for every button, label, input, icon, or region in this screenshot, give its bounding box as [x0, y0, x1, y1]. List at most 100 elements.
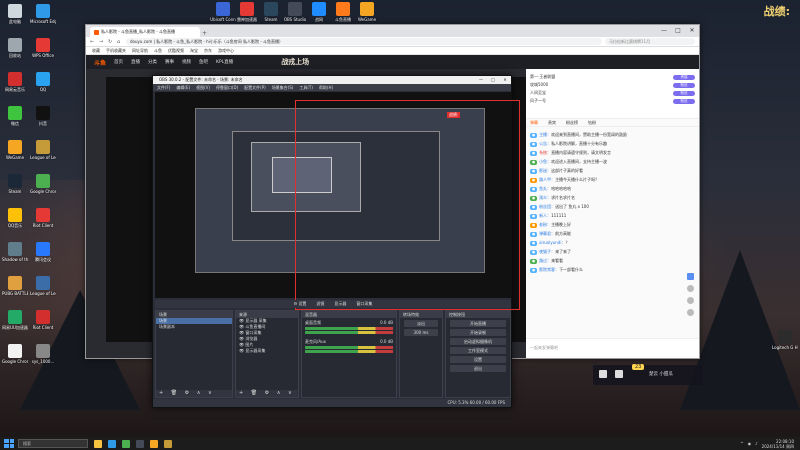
chat-username[interactable]: 主播：	[539, 132, 551, 137]
maximize-button[interactable]: □	[487, 76, 499, 84]
obs-control-button[interactable]: 设置	[450, 356, 506, 363]
desktop-icon[interactable]: WeGame	[354, 2, 380, 22]
chat-username[interactable]: 弹幕君：	[539, 231, 555, 236]
chat-tab[interactable]: 贵宾	[548, 120, 556, 125]
chat-username[interactable]: 系统：	[539, 150, 551, 155]
desktop-icon[interactable]: League of Legends	[30, 276, 56, 296]
bookmark-item[interactable]: 优酷视频	[168, 48, 184, 54]
desktop-icon[interactable]: 抖音	[30, 106, 56, 126]
desktop-icon[interactable]: Steam	[2, 174, 28, 194]
chat-username[interactable]: 影院常客：	[539, 267, 559, 272]
desktop-icon[interactable]: Microsoft Edge	[30, 4, 56, 24]
clock[interactable]: 22:08:10 2024/11/14 周四	[762, 439, 794, 449]
obs-menu-item[interactable]: 停靠窗口(D)	[216, 84, 238, 91]
desktop-icon[interactable]: QQ	[30, 72, 56, 92]
rank-row[interactable]: 攻城5000 粉丝	[530, 81, 695, 89]
desktop-icon[interactable]: Ubisoft Conn	[210, 2, 236, 22]
volume-icon[interactable]: ♪	[755, 441, 758, 446]
minimize-button[interactable]: —	[475, 76, 487, 84]
volume-slider[interactable]	[305, 331, 393, 334]
chat-username[interactable]: 公告：	[539, 141, 551, 146]
rank-row[interactable]: 第一·王者联盟 贵族	[530, 73, 695, 81]
obs-toolbar-button[interactable]: 显示器	[334, 300, 346, 308]
desktop-icon[interactable]: Google Chrome	[30, 174, 56, 194]
network-icon[interactable]: ◉	[748, 441, 752, 446]
bookmark-item[interactable]: 手机收藏夹	[106, 48, 126, 54]
browser-tab[interactable]: 私人影院 - 斗鱼直播_私人影院 - 斗鱼直播	[90, 27, 200, 37]
desktop-icon[interactable]: 战网	[306, 2, 332, 22]
wegame-icon[interactable]	[150, 439, 158, 448]
obs-icon[interactable]	[136, 439, 144, 448]
chat-username[interactable]: 鱼丸：	[539, 186, 551, 191]
chrome-icon[interactable]	[122, 439, 130, 448]
chat-tab[interactable]: 粉丝榜	[566, 120, 578, 125]
site-nav-item[interactable]: KPL直播	[216, 59, 233, 65]
browser-search-box[interactable]: 马拉松新比赛棋牌11月	[605, 38, 695, 45]
bookmark-item[interactable]: 斗鱼	[154, 48, 162, 54]
obs-menu-item[interactable]: 场景集合(S)	[272, 84, 294, 91]
maximize-button[interactable]: □	[671, 25, 685, 37]
forward-button[interactable]: →	[99, 39, 105, 45]
desktop-icon[interactable]: Riot Client	[30, 208, 56, 228]
taskbar-search[interactable]: 搜索	[18, 439, 88, 448]
obs-control-button[interactable]: 启动虚拟摄像机	[450, 338, 506, 345]
obs-toolbar-button[interactable]: 窗口采集	[356, 300, 372, 308]
desktop-icon[interactable]: Steam	[258, 2, 284, 22]
bookmark-item[interactable]: 收藏	[92, 48, 100, 54]
chat-username[interactable]: airuolyundi：	[539, 240, 565, 245]
site-nav-item[interactable]: 赛事	[165, 59, 174, 65]
source-item[interactable]: 👁 显示器采集	[236, 348, 298, 354]
obs-preview[interactable]: 战绩:	[155, 92, 520, 310]
new-tab-button[interactable]: +	[202, 30, 210, 37]
desktop-icon[interactable]: QQ音乐	[2, 208, 28, 228]
desktop-icon[interactable]: 此电脑	[2, 4, 28, 24]
obs-menu-item[interactable]: 视图(V)	[196, 84, 210, 91]
site-nav-item[interactable]: 首页	[114, 59, 123, 65]
desktop-icon[interactable]: 网易云音乐	[2, 72, 28, 92]
chat-username[interactable]: 粉丝团：	[539, 204, 555, 209]
obs-menu-item[interactable]: 编辑(E)	[176, 84, 190, 91]
desktop-icon[interactable]: 微信	[2, 106, 28, 126]
bookmark-item[interactable]: 网址导航	[132, 48, 148, 54]
bookmark-item[interactable]: 游戏中心	[218, 48, 234, 54]
chat-username[interactable]: 小鱼：	[539, 159, 551, 164]
obs-control-button[interactable]: 开始直播	[450, 320, 506, 327]
site-nav-item[interactable]: 直播	[131, 59, 140, 65]
obs-control-button[interactable]: 退出	[450, 365, 506, 372]
obs-control-button[interactable]: 开始录制	[450, 329, 506, 336]
reload-button[interactable]: ↻	[108, 39, 114, 45]
league-icon[interactable]	[164, 439, 172, 448]
chat-username[interactable]: 观众：	[539, 195, 551, 200]
gear-icon[interactable]	[686, 309, 694, 316]
chat-username[interactable]: 路人甲：	[539, 177, 555, 182]
site-nav-item[interactable]: 分类	[148, 59, 157, 65]
obs-menu-item[interactable]: 工具(T)	[299, 84, 313, 91]
desktop-icon[interactable]: Logitech G HUB	[772, 330, 798, 350]
minimize-button[interactable]: —	[657, 25, 671, 37]
scenes-dock-toolbar[interactable]: + 🗑 ⚙ ∧ ∨	[156, 390, 232, 397]
gift-icon[interactable]	[615, 370, 623, 378]
desktop-icon[interactable]: 回收站	[2, 38, 28, 58]
transition-duration[interactable]: 300 ms	[404, 329, 438, 336]
chat-username[interactable]: 路过：	[539, 258, 551, 263]
desktop-icon[interactable]: 网易UU加速器	[2, 310, 28, 330]
volume-slider[interactable]	[305, 350, 393, 353]
chat-input[interactable]: 一起来发弹幕吧	[526, 338, 699, 358]
start-button[interactable]	[4, 439, 14, 448]
history-icon[interactable]	[686, 297, 694, 304]
chat-username[interactable]: 影迷：	[539, 168, 551, 173]
desktop-icon[interactable]: WPS Office	[30, 38, 56, 58]
file-explorer-icon[interactable]	[94, 439, 102, 448]
obs-control-button[interactable]: 工作室模式	[450, 347, 506, 354]
scene-item[interactable]: 场景副本	[156, 324, 232, 330]
desktop-icon[interactable]: OBS Studio	[282, 2, 308, 22]
close-button[interactable]: ✕	[685, 25, 699, 37]
source-selection-frame[interactable]	[295, 100, 520, 310]
back-button[interactable]: ←	[90, 39, 96, 45]
desktop-icon[interactable]: Riot Client	[30, 310, 56, 330]
site-logo[interactable]: 斗鱼	[94, 58, 106, 67]
home-button[interactable]: ⌂	[117, 39, 123, 45]
desktop-icon[interactable]: Shadow of the Tomb	[2, 242, 28, 262]
desktop-icon[interactable]: 雷神加速器	[234, 2, 260, 22]
bookmark-item[interactable]: 京东	[204, 48, 212, 54]
